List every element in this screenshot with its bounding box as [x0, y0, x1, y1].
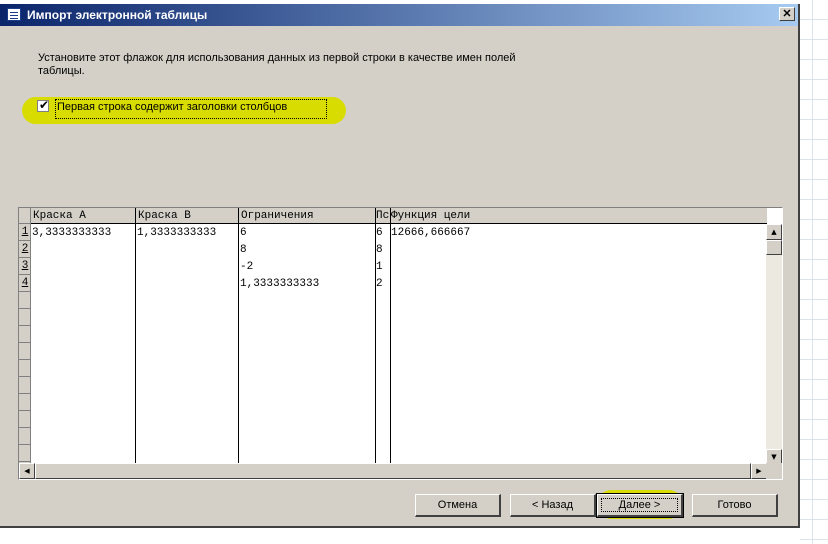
- grid-cell[interactable]: -2: [239, 259, 375, 275]
- column-header[interactable]: Краска В: [136, 209, 238, 224]
- grid-cell[interactable]: 8: [376, 242, 390, 258]
- data-preview-grid[interactable]: 1 2 3 4 Краска А Краска В Ограничения Пс…: [18, 207, 783, 480]
- column-header[interactable]: Ограничения: [239, 209, 375, 224]
- vertical-scrollbar[interactable]: ▲ ▼: [766, 224, 782, 465]
- background-spreadsheet-column-line: [812, 0, 813, 544]
- row-number-empty: [19, 309, 31, 326]
- row-number-empty: [19, 411, 31, 428]
- header-row-checkbox-label[interactable]: Первая строка содержит заголовки столбцо…: [55, 99, 327, 119]
- grid-cell[interactable]: 12666,666667: [391, 225, 611, 241]
- arrow-up-icon: ▲: [771, 228, 777, 236]
- grid-cell[interactable]: 8: [239, 242, 375, 258]
- import-spreadsheet-dialog: Импорт электронной таблицы ✕ Установите …: [0, 4, 800, 528]
- horizontal-scrollbar[interactable]: ◀ ▶: [19, 463, 767, 479]
- grid-cell[interactable]: 6: [239, 225, 375, 241]
- scroll-right-button[interactable]: ▶: [751, 463, 767, 479]
- grid-cell[interactable]: 1: [376, 259, 390, 275]
- row-number-empty: [19, 292, 31, 309]
- row-number-empty: [19, 445, 31, 462]
- row-number-header: [19, 208, 31, 224]
- column-divider[interactable]: [135, 208, 136, 465]
- close-button[interactable]: ✕: [779, 7, 795, 21]
- arrow-down-icon: ▼: [771, 453, 777, 461]
- title-bar[interactable]: Импорт электронной таблицы ✕: [0, 4, 798, 26]
- spreadsheet-icon: [7, 8, 21, 21]
- scroll-left-button[interactable]: ◀: [19, 463, 35, 479]
- row-number[interactable]: 3: [19, 258, 31, 275]
- row-number[interactable]: 4: [19, 275, 31, 292]
- row-number-empty: [19, 428, 31, 445]
- grid-cell[interactable]: 3,3333333333: [31, 225, 135, 241]
- row-number-empty: [19, 360, 31, 377]
- vertical-scroll-thumb[interactable]: [766, 240, 782, 255]
- row-number[interactable]: 2: [19, 241, 31, 258]
- arrow-left-icon: ◀: [24, 467, 30, 475]
- column-header[interactable]: Пс: [376, 209, 390, 224]
- grid-cell[interactable]: 1,3333333333: [239, 276, 375, 292]
- column-divider[interactable]: [390, 208, 391, 465]
- row-number-empty: [19, 394, 31, 411]
- cancel-button[interactable]: Отмена: [415, 494, 501, 517]
- row-number[interactable]: 1: [19, 224, 31, 241]
- grid-cell[interactable]: 2: [376, 276, 390, 292]
- scroll-up-button[interactable]: ▲: [766, 224, 782, 240]
- window-title: Импорт электронной таблицы: [27, 8, 208, 22]
- row-number-empty: [19, 343, 31, 360]
- row-number-empty: [19, 326, 31, 343]
- horizontal-scroll-thumb[interactable]: [35, 463, 751, 479]
- scrollbar-corner: [766, 463, 782, 479]
- checkmark-icon: ✔: [39, 98, 50, 112]
- instruction-text: Установите этот флажок для использования…: [38, 52, 516, 77]
- finish-button[interactable]: Готово: [692, 494, 778, 517]
- background-spreadsheet: [800, 0, 828, 544]
- close-icon: ✕: [782, 8, 792, 20]
- column-header[interactable]: Краска А: [31, 209, 135, 224]
- grid-cell[interactable]: 1,3333333333: [136, 225, 238, 241]
- back-button[interactable]: < Назад: [510, 494, 596, 517]
- arrow-right-icon: ▶: [756, 467, 762, 475]
- grid-cell[interactable]: 6: [376, 225, 390, 241]
- header-row-checkbox[interactable]: ✔: [37, 98, 50, 112]
- column-header[interactable]: Функция цели: [391, 209, 611, 224]
- row-number-empty: [19, 377, 31, 394]
- row-number-column: 1 2 3 4: [19, 208, 31, 465]
- next-button[interactable]: Далее >: [596, 493, 684, 518]
